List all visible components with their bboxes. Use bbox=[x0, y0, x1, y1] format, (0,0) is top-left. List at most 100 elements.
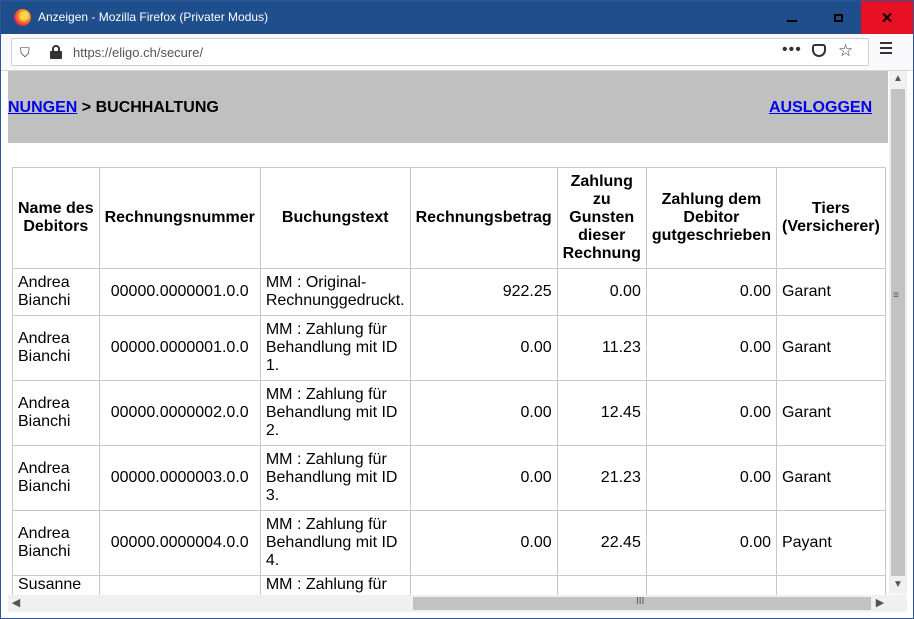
table-row: Andrea Bianchi 00000.0000002.0.0 MM : Zahlu… bbox=[12, 380, 886, 446]
cell-text: Andrea bbox=[18, 395, 70, 412]
firefox-icon bbox=[14, 9, 31, 26]
cell-payment: 12.45 bbox=[556, 380, 647, 446]
vertical-scroll-thumb[interactable] bbox=[891, 89, 905, 576]
cell-text: 2. bbox=[265, 422, 280, 439]
cell-invoice-number bbox=[98, 575, 261, 595]
cell-text: Behandlung mit ID bbox=[265, 534, 398, 551]
table-header-col-name: Name des Debitors bbox=[12, 167, 100, 269]
horizontal-scrollbar[interactable]: ◀ III ▶ bbox=[8, 595, 889, 612]
minimize-button[interactable] bbox=[769, 1, 815, 34]
table-header-row: Name des Debitors Rechnungsnummer Buchungst… bbox=[12, 167, 886, 269]
window-title: Anzeigen - Mozilla Firefox (Privater Mod… bbox=[38, 10, 269, 24]
title-bar[interactable]: Anzeigen - Mozilla Firefox (Privater Mod… bbox=[1, 1, 913, 34]
header-text: gutgeschrieben bbox=[651, 227, 771, 244]
page-content: NUNGEN > BUCHHALTUNG AUSLOGGEN Name des D… bbox=[8, 71, 888, 595]
cell-payment: 21.23 bbox=[556, 445, 647, 511]
cell-text: Andrea bbox=[18, 274, 70, 291]
header-text: dieser bbox=[578, 227, 626, 244]
logout-link[interactable]: AUSLOGGEN bbox=[769, 99, 872, 117]
cell-debtor-name: Andrea Bianchi bbox=[12, 510, 100, 576]
table-header-col-invoice-amount: Rechnungsbetrag bbox=[409, 167, 558, 269]
header-text: Rechnung bbox=[562, 245, 641, 262]
cell-text: Bianchi bbox=[18, 292, 71, 309]
scroll-right-arrow-icon[interactable]: ▶ bbox=[872, 595, 888, 612]
bookmark-star-icon[interactable]: ☆ bbox=[838, 41, 853, 61]
cell-credited: 0.00 bbox=[645, 510, 777, 576]
cell-credited: 0.00 bbox=[645, 315, 777, 381]
browser-window: Anzeigen - Mozilla Firefox (Privater Mod… bbox=[0, 0, 914, 619]
cell-booking-text: MM : Zahlung für Behandlung mit ID 1. bbox=[259, 315, 411, 381]
breadcrumb-current: BUCHHALTUNG bbox=[95, 99, 219, 116]
header-text: (Versicherer) bbox=[781, 218, 880, 235]
cell-text: 4. bbox=[265, 552, 280, 569]
cell-booking-text: MM : Zahlung für Behandlung mit ID 3. bbox=[259, 445, 411, 511]
close-icon: ✕ bbox=[880, 9, 894, 27]
cell-tiers: Payant bbox=[775, 510, 886, 576]
cell-text: Andrea bbox=[18, 525, 70, 542]
cell-booking-text: MM : Zahlung für Behandlung mit ID 2. bbox=[259, 380, 411, 446]
header-text: Debitor bbox=[683, 209, 740, 226]
minimize-icon bbox=[787, 19, 797, 22]
table-row: Andrea Bianchi 00000.0000003.0.0 MM : Zahlu… bbox=[12, 445, 886, 511]
table-row: Andrea Bianchi 00000.0000004.0.0 MM : Zahlu… bbox=[12, 510, 886, 576]
header-text: Zahlung dem bbox=[661, 191, 762, 208]
cell-text: 1. bbox=[265, 357, 280, 374]
cell-text: MM : Zahlung für bbox=[265, 576, 387, 593]
header-text: Name des bbox=[18, 200, 94, 217]
table-row: Andrea Bianchi 00000.0000001.0.0 MM : Zahlu… bbox=[12, 315, 886, 381]
cell-debtor-name: Andrea Bianchi bbox=[12, 380, 100, 446]
header-text: Debitors bbox=[23, 218, 89, 235]
navigation-bar: ⛉ https://eligo.ch/secure/ ••• ☆ bbox=[1, 34, 913, 71]
cell-credited bbox=[645, 575, 777, 595]
cell-invoice-number: 00000.0000001.0.0 bbox=[98, 315, 261, 381]
cell-credited: 0.00 bbox=[645, 268, 777, 316]
cell-invoice-number: 00000.0000004.0.0 bbox=[98, 510, 261, 576]
cell-text: Behandlung mit ID bbox=[265, 469, 398, 486]
accounting-table: Name des Debitors Rechnungsnummer Buchungst… bbox=[12, 167, 886, 595]
cell-text: Andrea bbox=[18, 460, 70, 477]
cell-credited: 0.00 bbox=[645, 380, 777, 446]
cell-payment: 22.45 bbox=[556, 510, 647, 576]
cell-text: Bianchi bbox=[18, 478, 71, 495]
cell-text: Behandlung mit ID bbox=[265, 404, 398, 421]
maximize-icon bbox=[833, 13, 843, 22]
url-text[interactable]: https://eligo.ch/secure/ bbox=[73, 45, 203, 60]
header-text: Buchungstext bbox=[281, 209, 389, 226]
table-header-col-credited: Zahlung dem Debitor gutgeschrieben bbox=[645, 167, 777, 269]
cell-text: Andrea bbox=[18, 330, 70, 347]
close-button[interactable]: ✕ bbox=[861, 1, 913, 34]
cell-debtor-name: Andrea Bianchi bbox=[12, 315, 100, 381]
address-bar[interactable]: ⛉ https://eligo.ch/secure/ ••• ☆ bbox=[11, 38, 869, 66]
cell-tiers: Garant bbox=[775, 445, 886, 511]
cell-booking-text: MM : Original- Rechnunggedruckt. bbox=[259, 268, 411, 316]
scroll-down-arrow-icon[interactable]: ▼ bbox=[889, 577, 907, 593]
cell-text: Bianchi bbox=[18, 543, 71, 560]
header-text: Gunsten bbox=[569, 209, 635, 226]
scroll-up-arrow-icon[interactable]: ▲ bbox=[889, 71, 907, 87]
vertical-scrollbar[interactable]: ▲ ≡ ▼ bbox=[889, 71, 907, 594]
page-actions-more-icon[interactable]: ••• bbox=[782, 41, 802, 59]
cell-invoice-number: 00000.0000002.0.0 bbox=[98, 380, 261, 446]
header-text: Zahlung bbox=[570, 173, 633, 190]
header-text: Rechnungsbetrag bbox=[415, 209, 552, 226]
cell-text: Susanne bbox=[18, 576, 82, 593]
cell-text: MM : Zahlung für bbox=[265, 516, 387, 533]
cell-credited: 0.00 bbox=[645, 445, 777, 511]
table-row: Susanne MM : Zahlung für bbox=[12, 575, 886, 595]
tracking-protection-shield-icon[interactable]: ⛉ bbox=[20, 46, 31, 59]
header-text: Rechnungsnummer bbox=[104, 209, 255, 226]
cell-booking-text: MM : Zahlung für bbox=[259, 575, 411, 595]
lock-icon[interactable] bbox=[50, 45, 62, 59]
breadcrumb-link-rechnungen[interactable]: NUNGEN bbox=[8, 99, 77, 116]
cell-invoice-number: 00000.0000001.0.0 bbox=[98, 268, 261, 316]
cell-text: Rechnunggedruckt. bbox=[265, 292, 405, 309]
cell-tiers bbox=[775, 575, 886, 595]
page-header: NUNGEN > BUCHHALTUNG AUSLOGGEN bbox=[8, 71, 888, 143]
scroll-left-arrow-icon[interactable]: ◀ bbox=[8, 595, 24, 612]
table-header-col-tiers: Tiers (Versicherer) bbox=[775, 167, 886, 269]
maximize-button[interactable] bbox=[815, 1, 861, 34]
pocket-icon[interactable] bbox=[812, 44, 826, 57]
cell-invoice-amount bbox=[409, 575, 558, 595]
hamburger-menu-icon[interactable] bbox=[880, 42, 892, 54]
cell-tiers: Garant bbox=[775, 380, 886, 446]
